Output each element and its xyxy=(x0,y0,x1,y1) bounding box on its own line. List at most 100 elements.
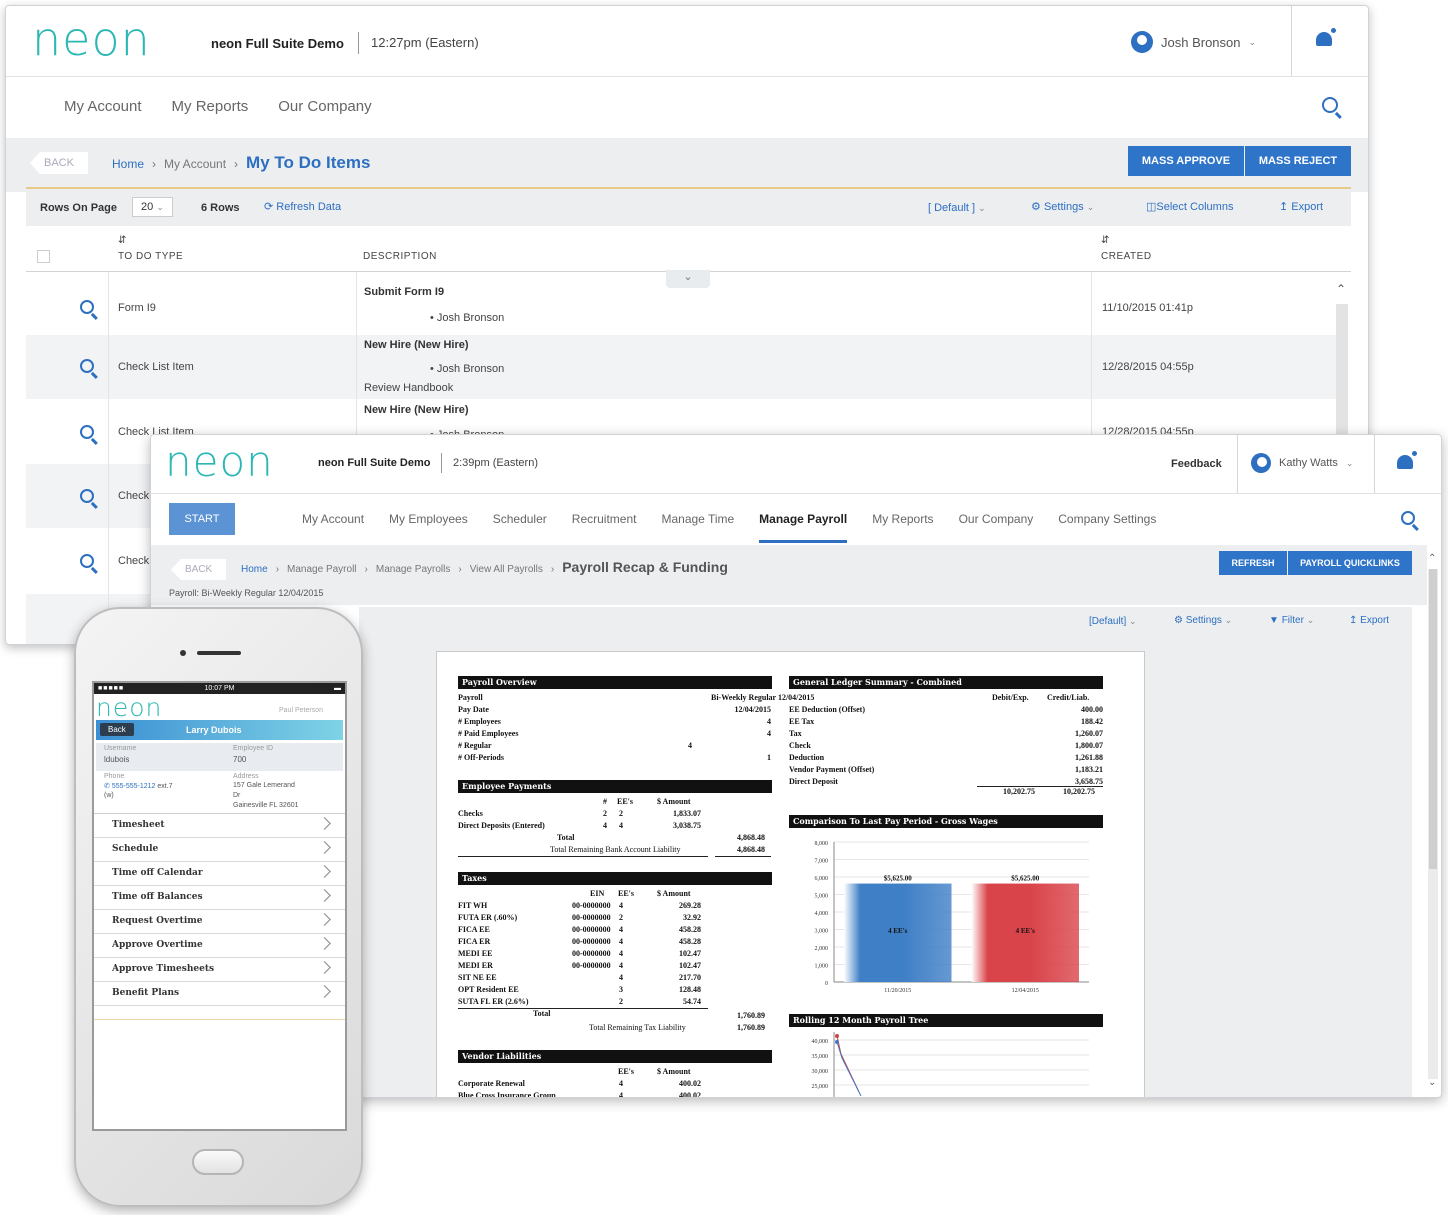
scroll-up-icon[interactable]: ⌃ xyxy=(1428,553,1436,564)
trend-point xyxy=(835,1040,839,1044)
search-icon[interactable] xyxy=(1322,97,1338,113)
user-menu[interactable]: Josh Bronson ⌄ xyxy=(1131,31,1256,53)
address-line: Gainesville FL 32601 xyxy=(233,802,299,809)
view-details-icon[interactable] xyxy=(80,554,94,568)
breadcrumb-manage-payrolls[interactable]: Manage Payrolls xyxy=(376,564,450,575)
breadcrumb-home[interactable]: Home xyxy=(112,157,144,171)
menu-item-approve-timesheets[interactable]: Approve Timesheets xyxy=(94,958,345,982)
table-row[interactable]: Form I9 Submit Form I9 • Josh Bronson 11… xyxy=(26,272,1336,334)
scrollbar-thumb[interactable] xyxy=(1429,569,1437,869)
column-header-todo-type[interactable]: TO DO TYPE xyxy=(118,251,183,262)
description-title: Submit Form I9 xyxy=(364,286,445,298)
nav-my-reports[interactable]: My Reports xyxy=(172,98,249,115)
nav-my-account[interactable]: My Account xyxy=(302,512,364,543)
tax-amount: 217.70 xyxy=(679,973,701,982)
nav-company-settings[interactable]: Company Settings xyxy=(1058,512,1156,543)
nav-manage-time[interactable]: Manage Time xyxy=(661,512,734,543)
menu-item-benefit-plans[interactable]: Benefit Plans xyxy=(94,982,345,1006)
menu-item-time-off-calendar[interactable]: Time off Calendar xyxy=(94,862,345,886)
y-tick-label: 35,000 xyxy=(812,1054,829,1060)
nav-my-employees[interactable]: My Employees xyxy=(389,512,468,543)
payment-ee: 4 xyxy=(619,821,623,830)
back-button[interactable]: Back xyxy=(100,723,134,736)
breadcrumb-manage-payroll[interactable]: Manage Payroll xyxy=(287,564,356,575)
scroll-up-icon[interactable]: ⌃ xyxy=(1336,282,1346,296)
main-nav: My Account My Employees Scheduler Recrui… xyxy=(302,512,1156,543)
start-button[interactable]: START xyxy=(169,503,235,535)
nav-our-company[interactable]: Our Company xyxy=(959,512,1034,543)
view-details-icon[interactable] xyxy=(80,300,94,314)
gl-value: 3,658.75 xyxy=(1075,777,1103,786)
trend-chart: 40,00035,00030,00025,00020,00015,000 xyxy=(812,1032,1089,1097)
nav-scheduler[interactable]: Scheduler xyxy=(493,512,547,543)
breadcrumb-home[interactable]: Home xyxy=(241,564,268,575)
view-details-icon[interactable] xyxy=(80,489,94,503)
refresh-data-link[interactable]: ⟳ Refresh Data xyxy=(264,200,341,213)
sort-icon[interactable]: ⇵ xyxy=(1101,235,1110,246)
mass-reject-button[interactable]: MASS REJECT xyxy=(1245,146,1351,176)
neon-logo: neon xyxy=(32,12,151,66)
export-link[interactable]: ↥ Export xyxy=(1349,615,1389,626)
sort-icon[interactable]: ⇵ xyxy=(118,235,127,246)
export-link[interactable]: ↥ Export xyxy=(1279,200,1323,213)
nav-our-company[interactable]: Our Company xyxy=(278,98,371,115)
tax-amount: 54.74 xyxy=(683,997,701,1006)
view-default-select[interactable]: [Default] ⌄ xyxy=(1089,616,1137,627)
user-menu[interactable]: Kathy Watts ⌄ xyxy=(1251,453,1353,473)
refresh-button[interactable]: REFRESH xyxy=(1219,551,1287,575)
nav-my-account[interactable]: My Account xyxy=(64,98,142,115)
tax-amount: 269.28 xyxy=(679,901,701,910)
tax-label: SIT NE EE xyxy=(458,973,497,982)
filter-menu[interactable]: ▼ Filter ⌄ xyxy=(1269,615,1314,626)
notification-bell-icon[interactable] xyxy=(1395,449,1419,473)
menu-item-time-off-balances[interactable]: Time off Balances xyxy=(94,886,345,910)
address-line: 157 Gale Lemerand xyxy=(233,782,295,789)
y-tick-label: 2,000 xyxy=(815,946,829,952)
feedback-link[interactable]: Feedback xyxy=(1171,458,1222,470)
settings-menu[interactable]: ⚙ Settings ⌄ xyxy=(1031,200,1094,213)
menu-item-request-overtime[interactable]: Request Overtime xyxy=(94,910,345,934)
payments-remaining-label: Total Remaining Bank Account Liability xyxy=(550,845,681,854)
tax-amount: 32.92 xyxy=(683,913,701,922)
payment-count: 2 xyxy=(603,809,607,818)
column-header-description[interactable]: DESCRIPTION xyxy=(363,251,437,262)
menu-item-timesheet[interactable]: Timesheet xyxy=(94,814,345,838)
nav-my-reports[interactable]: My Reports xyxy=(872,512,933,543)
col-header: $ Amount xyxy=(657,1067,691,1076)
address-line: Dr xyxy=(233,792,241,799)
notification-bell-icon[interactable] xyxy=(1314,26,1338,50)
menu-item-schedule[interactable]: Schedule xyxy=(94,838,345,862)
back-button[interactable]: BACK xyxy=(171,559,227,580)
payroll-quicklinks-button[interactable]: PAYROLL QUICKLINKS xyxy=(1288,551,1412,575)
table-row[interactable]: Check List Item New Hire (New Hire) • Jo… xyxy=(26,335,1336,399)
tax-label: SUTA FL ER (2.6%) xyxy=(458,997,529,1006)
rows-on-page-select[interactable]: 20 ⌄ xyxy=(132,197,173,217)
nav-manage-payroll[interactable]: Manage Payroll xyxy=(759,512,848,543)
search-icon[interactable] xyxy=(1401,511,1415,525)
view-default-select[interactable]: [ Default ] ⌄ xyxy=(928,202,986,214)
select-columns-link[interactable]: ◫Select Columns xyxy=(1146,200,1233,213)
phone-number[interactable]: ✆ 555-555-1212 ext.7 xyxy=(104,782,173,790)
column-header-created[interactable]: CREATED xyxy=(1101,251,1152,262)
select-all-checkbox[interactable] xyxy=(37,250,50,263)
breadcrumb-my-account[interactable]: My Account xyxy=(164,157,226,171)
view-details-icon[interactable] xyxy=(80,425,94,439)
nav-recruitment[interactable]: Recruitment xyxy=(572,512,637,543)
scroll-down-icon[interactable]: ⌄ xyxy=(1428,1077,1436,1088)
payroll-subtitle: Payroll: Bi-Weekly Regular 12/04/2015 xyxy=(169,588,324,598)
chevron-down-icon: ⌄ xyxy=(1345,457,1354,468)
refresh-icon: ⟳ xyxy=(264,201,274,213)
bar-label: 4 EE's xyxy=(1016,927,1036,935)
overview-label: # Regular xyxy=(458,741,492,750)
breadcrumb-view-all-payrolls[interactable]: View All Payrolls xyxy=(470,564,543,575)
view-details-icon[interactable] xyxy=(80,359,94,373)
tax-label: MEDI EE xyxy=(458,949,493,958)
settings-menu[interactable]: ⚙ Settings ⌄ xyxy=(1174,615,1232,626)
breadcrumb: Home › My Account › My To Do Items xyxy=(112,153,371,172)
menu-item-approve-overtime[interactable]: Approve Overtime xyxy=(94,934,345,958)
chevron-right-icon xyxy=(318,817,331,830)
back-button[interactable]: BACK xyxy=(30,152,88,174)
taxes-remaining-label: Total Remaining Tax Liability xyxy=(589,1023,686,1032)
home-button[interactable] xyxy=(192,1149,244,1175)
mass-approve-button[interactable]: MASS APPROVE xyxy=(1128,146,1244,176)
